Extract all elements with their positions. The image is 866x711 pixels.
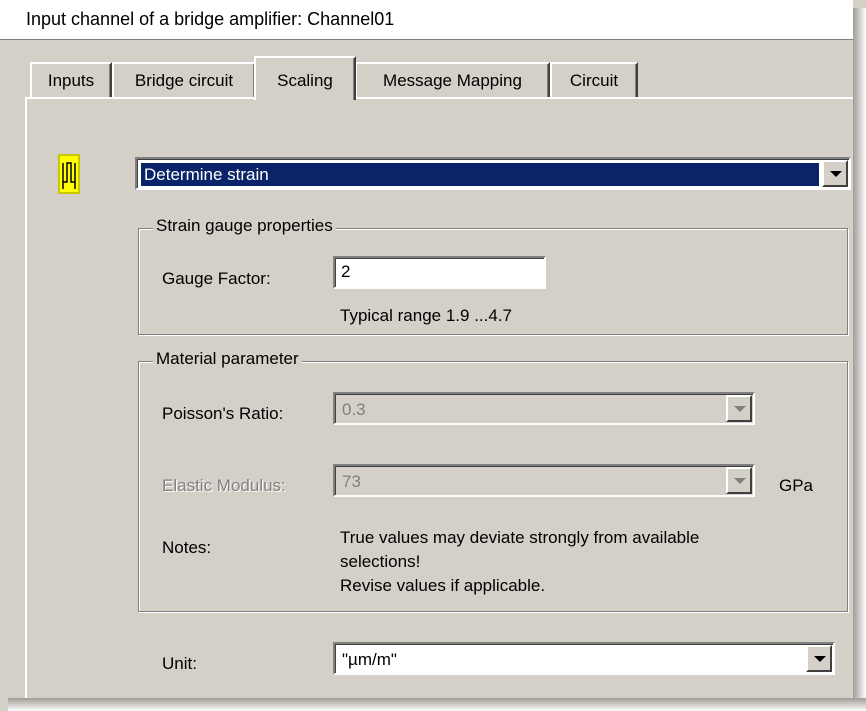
chevron-down-icon xyxy=(726,395,752,422)
elastic-modulus-value: 73 xyxy=(342,472,361,491)
scaling-mode-value: Determine strain xyxy=(141,163,819,186)
unit-select[interactable]: "µm/m" xyxy=(333,642,835,675)
chevron-down-icon xyxy=(726,467,752,494)
gauge-factor-input[interactable]: 2 xyxy=(333,256,546,289)
notes-text: True values may deviate strongly from av… xyxy=(340,526,820,598)
material-parameter-legend: Material parameter xyxy=(153,349,302,369)
strain-gauge-properties-legend: Strain gauge properties xyxy=(153,216,336,236)
scaling-mode-select[interactable]: Determine strain xyxy=(135,157,851,190)
elastic-modulus-unit: GPa xyxy=(779,476,814,495)
notes-label: Notes: xyxy=(162,538,212,557)
tab-message-mapping[interactable]: Message Mapping xyxy=(355,62,550,97)
window-title: Input channel of a bridge amplifier: Cha… xyxy=(26,9,395,29)
unit-label: Unit: xyxy=(162,654,197,673)
elastic-modulus-label: Elastic Modulus: xyxy=(162,476,286,495)
tab-bridge-circuit[interactable]: Bridge circuit xyxy=(112,62,256,97)
notes-line: Revise values if applicable. xyxy=(340,576,546,595)
tab-scaling[interactable]: Scaling xyxy=(254,56,356,100)
gauge-factor-label: Gauge Factor: xyxy=(162,269,271,288)
poissons-ratio-select: 0.3 xyxy=(333,392,755,425)
bridge-amplifier-dialog: Input channel of a bridge amplifier: Cha… xyxy=(0,0,866,711)
elastic-modulus-select: 73 xyxy=(333,464,755,497)
window-shadow-right xyxy=(853,8,866,711)
poissons-ratio-label: Poisson's Ratio: xyxy=(162,404,284,423)
tab-inputs[interactable]: Inputs xyxy=(30,62,112,97)
chevron-down-icon[interactable] xyxy=(806,645,832,672)
gauge-factor-range-hint: Typical range 1.9 ...4.7 xyxy=(340,306,512,325)
window-shadow-bottom xyxy=(8,698,866,711)
notes-line: selections! xyxy=(340,552,421,571)
title-bar: Input channel of a bridge amplifier: Cha… xyxy=(0,0,853,40)
unit-value: "µm/m" xyxy=(342,650,397,669)
tab-circuit[interactable]: Circuit xyxy=(550,62,638,97)
poissons-ratio-value: 0.3 xyxy=(342,400,366,419)
strain-gauge-icon xyxy=(58,154,80,194)
notes-line: True values may deviate strongly from av… xyxy=(340,528,700,547)
chevron-down-icon[interactable] xyxy=(822,160,848,187)
